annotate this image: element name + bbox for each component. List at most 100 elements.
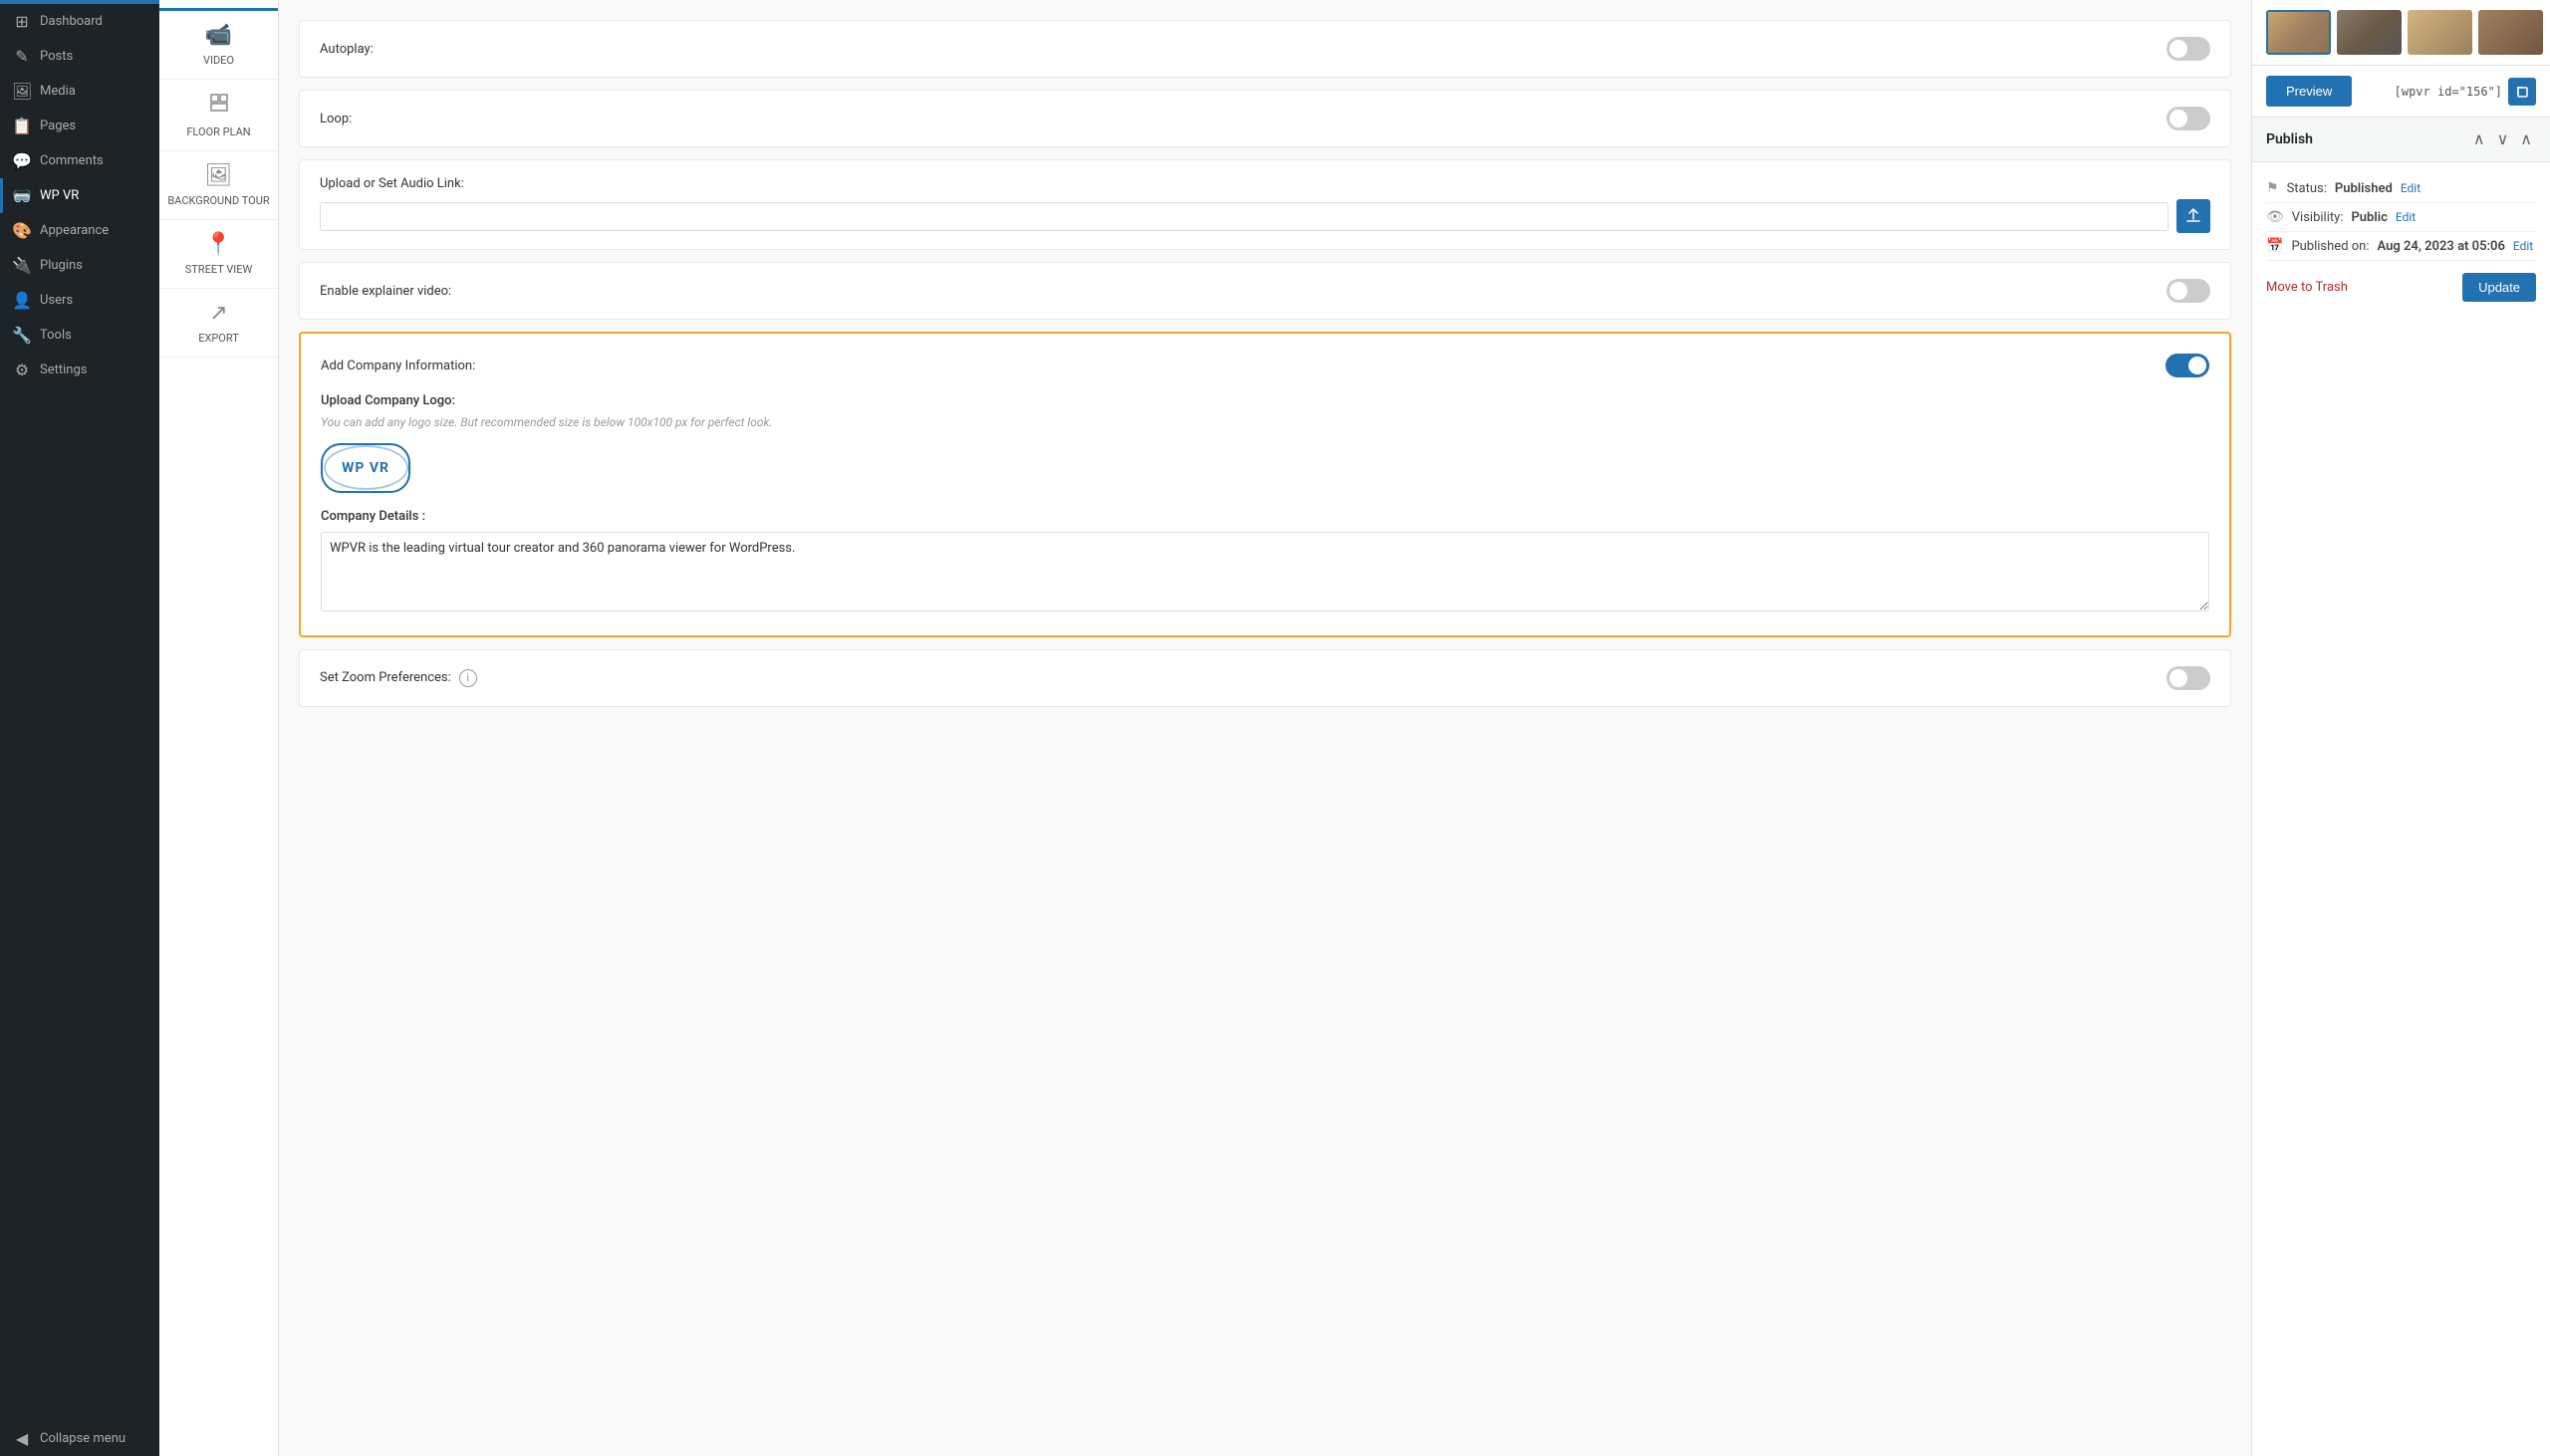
sidebar-item-settings[interactable]: ⚙ Settings <box>0 353 159 387</box>
icon-panel-video[interactable]: 📹 VIDEO <box>159 8 278 80</box>
sidebar-item-label: Appearance <box>40 223 109 238</box>
loop-toggle[interactable] <box>2167 107 2210 130</box>
icon-panel-background-tour[interactable]: 🖼 BACKGROUND TOUR <box>159 151 278 220</box>
floor-plan-icon <box>208 92 230 120</box>
publish-body: ⚑ Status: Published Edit 👁 Visibility: P… <box>2252 162 2550 318</box>
company-info-header: Add Company Information: <box>321 354 2209 377</box>
video-icon: 📹 <box>205 23 232 48</box>
sidebar-item-label: Users <box>40 293 73 308</box>
thumbnails-row <box>2252 0 2550 66</box>
publish-collapse-up[interactable]: ∧ <box>2469 127 2489 151</box>
autoplay-label: Autoplay: <box>320 42 374 57</box>
company-details-label: Company Details : <box>321 509 2209 524</box>
sidebar-item-appearance[interactable]: 🎨 Appearance <box>0 213 159 248</box>
visibility-icon: 👁 <box>2266 209 2284 225</box>
audio-link-row: Upload or Set Audio Link: <box>299 159 2231 250</box>
published-edit-link[interactable]: Edit <box>2513 239 2533 253</box>
move-to-trash-link[interactable]: Move to Trash <box>2266 280 2348 295</box>
tools-icon: 🔧 <box>12 326 32 345</box>
icon-panel: 📹 VIDEO FLOOR PLAN 🖼 BACKGROUND TOUR <box>159 0 279 1456</box>
company-info-box: Add Company Information: Upload Company … <box>299 332 2231 637</box>
media-icon: 🖼 <box>12 82 32 101</box>
publish-header: Publish ∧ ∨ ∧ <box>2252 118 2550 162</box>
icon-panel-label: BACKGROUND TOUR <box>167 194 269 207</box>
sidebar-item-dashboard[interactable]: ⊞ Dashboard <box>0 4 159 39</box>
sidebar-item-label: WP VR <box>40 188 79 203</box>
shortcode-area: [wpvr id="156"] <box>2395 78 2536 106</box>
audio-link-input[interactable] <box>320 202 2168 231</box>
explainer-toggle[interactable] <box>2167 279 2210 303</box>
company-details-textarea[interactable] <box>321 532 2209 611</box>
preview-button[interactable]: Preview <box>2266 76 2352 107</box>
thumb-img-1 <box>2268 12 2329 53</box>
sidebar-item-label: Plugins <box>40 258 83 273</box>
publish-collapse-down[interactable]: ∨ <box>2493 127 2513 151</box>
sidebar-item-label: Dashboard <box>40 14 103 29</box>
sidebar-item-label: Comments <box>40 153 104 168</box>
copy-shortcode-button[interactable] <box>2508 78 2536 106</box>
street-view-icon: 📍 <box>205 232 232 257</box>
sidebar-item-label: Collapse menu <box>40 1431 126 1446</box>
publish-status-row: ⚑ Status: Published Edit <box>2266 174 2536 203</box>
sidebar: ⊞ Dashboard ✎ Posts 🖼 Media 📋 Pages 💬 Co… <box>0 0 159 1456</box>
sidebar-item-label: Tools <box>40 328 72 343</box>
loop-slider <box>2167 107 2210 130</box>
sidebar-item-label: Settings <box>40 363 87 377</box>
zoom-toggle[interactable] <box>2167 666 2210 690</box>
logo-preview[interactable]: WP VR <box>321 443 410 493</box>
center-panel: Autoplay: Loop: Upload or Set Audio Link… <box>279 0 2251 1456</box>
thumbnail-4[interactable] <box>2478 10 2543 55</box>
pages-icon: 📋 <box>12 117 32 135</box>
settings-icon: ⚙ <box>12 361 32 379</box>
sidebar-item-label: Posts <box>40 49 73 64</box>
company-info-toggle[interactable] <box>2166 354 2209 377</box>
zoom-label: Set Zoom Preferences: <box>320 670 451 685</box>
sidebar-item-media[interactable]: 🖼 Media <box>0 74 159 109</box>
published-label: Published on: <box>2291 239 2369 254</box>
explainer-slider <box>2167 279 2210 303</box>
icon-panel-floor-plan[interactable]: FLOOR PLAN <box>159 80 278 151</box>
zoom-slider <box>2167 666 2210 690</box>
comments-icon: 💬 <box>12 151 32 170</box>
sidebar-item-posts[interactable]: ✎ Posts <box>0 39 159 74</box>
logo-section: Upload Company Logo: You can add any log… <box>321 393 2209 493</box>
users-icon: 👤 <box>12 291 32 310</box>
sidebar-collapse-menu[interactable]: ◀ Collapse menu <box>0 1421 159 1456</box>
sidebar-item-tools[interactable]: 🔧 Tools <box>0 318 159 353</box>
company-info-slider <box>2166 354 2209 377</box>
icon-panel-street-view[interactable]: 📍 STREET VIEW <box>159 220 278 289</box>
wpvr-icon: 🥽 <box>12 186 32 205</box>
icon-panel-export[interactable]: ↗ EXPORT <box>159 289 278 358</box>
add-company-label: Add Company Information: <box>321 359 475 373</box>
audio-upload-button[interactable] <box>2176 199 2210 233</box>
thumbnail-2[interactable] <box>2337 10 2402 55</box>
content-area: 📹 VIDEO FLOOR PLAN 🖼 BACKGROUND TOUR <box>159 0 2550 1456</box>
plugins-icon: 🔌 <box>12 256 32 275</box>
sidebar-item-comments[interactable]: 💬 Comments <box>0 143 159 178</box>
loop-row: Loop: <box>299 90 2231 147</box>
autoplay-slider <box>2167 37 2210 61</box>
dashboard-icon: ⊞ <box>12 12 32 31</box>
thumbnail-3[interactable] <box>2408 10 2472 55</box>
status-icon: ⚑ <box>2266 180 2279 196</box>
sidebar-item-plugins[interactable]: 🔌 Plugins <box>0 248 159 283</box>
icon-panel-label: STREET VIEW <box>185 263 253 276</box>
audio-link-input-group <box>320 199 2210 233</box>
zoom-info-icon[interactable]: i <box>459 669 477 687</box>
logo-ellipse <box>324 445 408 490</box>
sidebar-item-users[interactable]: 👤 Users <box>0 283 159 318</box>
update-button[interactable]: Update <box>2462 273 2536 302</box>
autoplay-row: Autoplay: <box>299 20 2231 78</box>
active-indicator <box>0 178 3 213</box>
visibility-edit-link[interactable]: Edit <box>2396 210 2416 224</box>
visibility-value: Public <box>2351 210 2387 225</box>
status-label: Status: <box>2287 181 2327 196</box>
thumbnail-1[interactable] <box>2266 10 2331 55</box>
autoplay-toggle[interactable] <box>2167 37 2210 61</box>
publish-close[interactable]: ∧ <box>2516 127 2536 151</box>
sidebar-item-wpvr[interactable]: 🥽 WP VR <box>0 178 159 213</box>
loop-label: Loop: <box>320 112 352 126</box>
status-edit-link[interactable]: Edit <box>2401 181 2421 195</box>
visibility-label: Visibility: <box>2292 210 2344 225</box>
sidebar-item-pages[interactable]: 📋 Pages <box>0 109 159 143</box>
